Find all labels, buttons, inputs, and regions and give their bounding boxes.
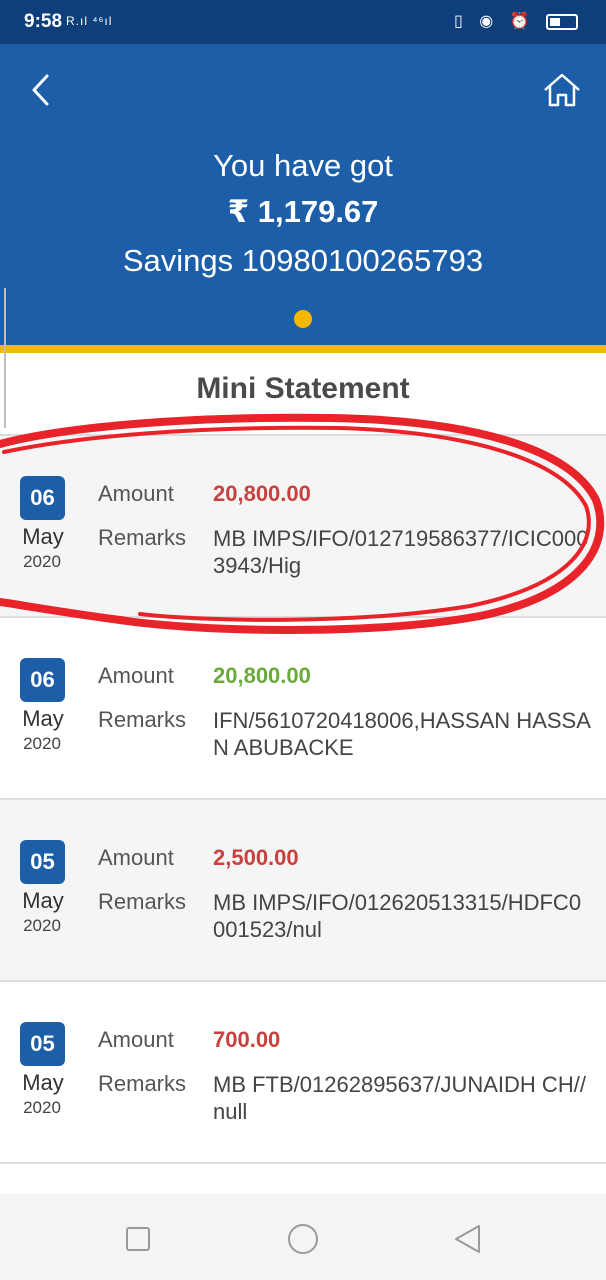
status-icons: ▯ ◉ ⏰ [454, 11, 578, 31]
date-year: 2020 [23, 734, 61, 753]
section-title: Mini Statement [196, 372, 410, 405]
status-bar: 9:58 R.ıl ⁴⁶ıl ▯ ◉ ⏰ [0, 0, 606, 44]
date-month: May [22, 706, 64, 731]
remarks-label: Remarks [98, 889, 187, 914]
remarks-label: Remarks [98, 1071, 187, 1096]
back-nav-button[interactable] [452, 1222, 486, 1256]
status-time: 9:58 [24, 11, 63, 32]
date-year: 2020 [23, 916, 61, 935]
carousel-indicator[interactable] [294, 310, 312, 328]
amount-label: Amount [98, 845, 174, 870]
amount-value: 700.00 [213, 1027, 281, 1052]
battery-icon [546, 13, 578, 30]
home-nav-button[interactable] [286, 1222, 320, 1256]
transaction-row[interactable]: 05 May 2020 Amount 2,500.00 Remarks MB I… [0, 798, 606, 980]
date-year: 2020 [23, 552, 61, 571]
amount-value: 2,500.00 [213, 845, 299, 870]
alarm-icon: ⏰ [509, 13, 536, 30]
amount-value: 20,800.00 [213, 481, 311, 506]
edge-handle [0, 288, 6, 428]
date-day-badge: 05 [20, 1022, 65, 1066]
date-day-badge: 05 [20, 840, 65, 884]
account-number: Savings 10980100265793 [122, 243, 484, 278]
recent-apps-button[interactable] [121, 1222, 155, 1256]
transaction-row[interactable]: 06 May 2020 Amount 20,800.00 Remarks MB … [0, 434, 606, 616]
date-month: May [22, 1070, 64, 1095]
date-month: May [22, 524, 64, 549]
remarks-label: Remarks [98, 525, 187, 550]
lock-rotation-icon: ◉ [479, 13, 500, 30]
back-button[interactable] [22, 70, 62, 110]
amount-label: Amount [98, 663, 174, 688]
date-day-badge: 06 [20, 476, 65, 520]
back-triangle-icon [455, 1225, 480, 1253]
home-icon [544, 73, 580, 107]
header-divider [0, 345, 606, 353]
balance-caption: You have got [213, 148, 393, 183]
date-day-badge: 06 [20, 658, 65, 702]
amount-label: Amount [98, 1027, 174, 1052]
remarks-value: MB FTB/01262895637/JUNAIDH CH//null [213, 1072, 586, 1124]
remarks-value: IFN/5610720418006,HASSAN HASSAN ABUBACKE [213, 708, 591, 760]
system-nav-bar [0, 1194, 606, 1280]
list-end-divider [0, 1162, 606, 1164]
chevron-left-icon [32, 74, 49, 106]
account-header: You have got ₹ 1,179.67 Savings 10980100… [0, 44, 606, 346]
transaction-list: 06 May 2020 Amount 20,800.00 Remarks MB … [0, 434, 606, 1164]
vibrate-icon: ▯ [453, 13, 469, 30]
date-month: May [22, 888, 64, 913]
transaction-row[interactable]: 05 May 2020 Amount 700.00 Remarks MB FTB… [0, 980, 606, 1162]
signal-icon: R.ıl ⁴⁶ıl [66, 14, 113, 28]
balance-amount: ₹ 1,179.67 [227, 194, 379, 229]
recent-apps-icon [126, 1227, 150, 1251]
amount-value: 20,800.00 [213, 663, 311, 688]
amount-label: Amount [98, 481, 174, 506]
home-circle-icon [288, 1224, 318, 1254]
transaction-row[interactable]: 06 May 2020 Amount 20,800.00 Remarks IFN… [0, 616, 606, 798]
remarks-label: Remarks [98, 707, 187, 732]
remarks-value: MB IMPS/IFO/012719586377/ICIC0003943/Hig [213, 526, 589, 578]
date-year: 2020 [23, 1098, 61, 1117]
home-button[interactable] [542, 70, 582, 110]
remarks-value: MB IMPS/IFO/012620513315/HDFC0001523/nul [213, 890, 582, 942]
